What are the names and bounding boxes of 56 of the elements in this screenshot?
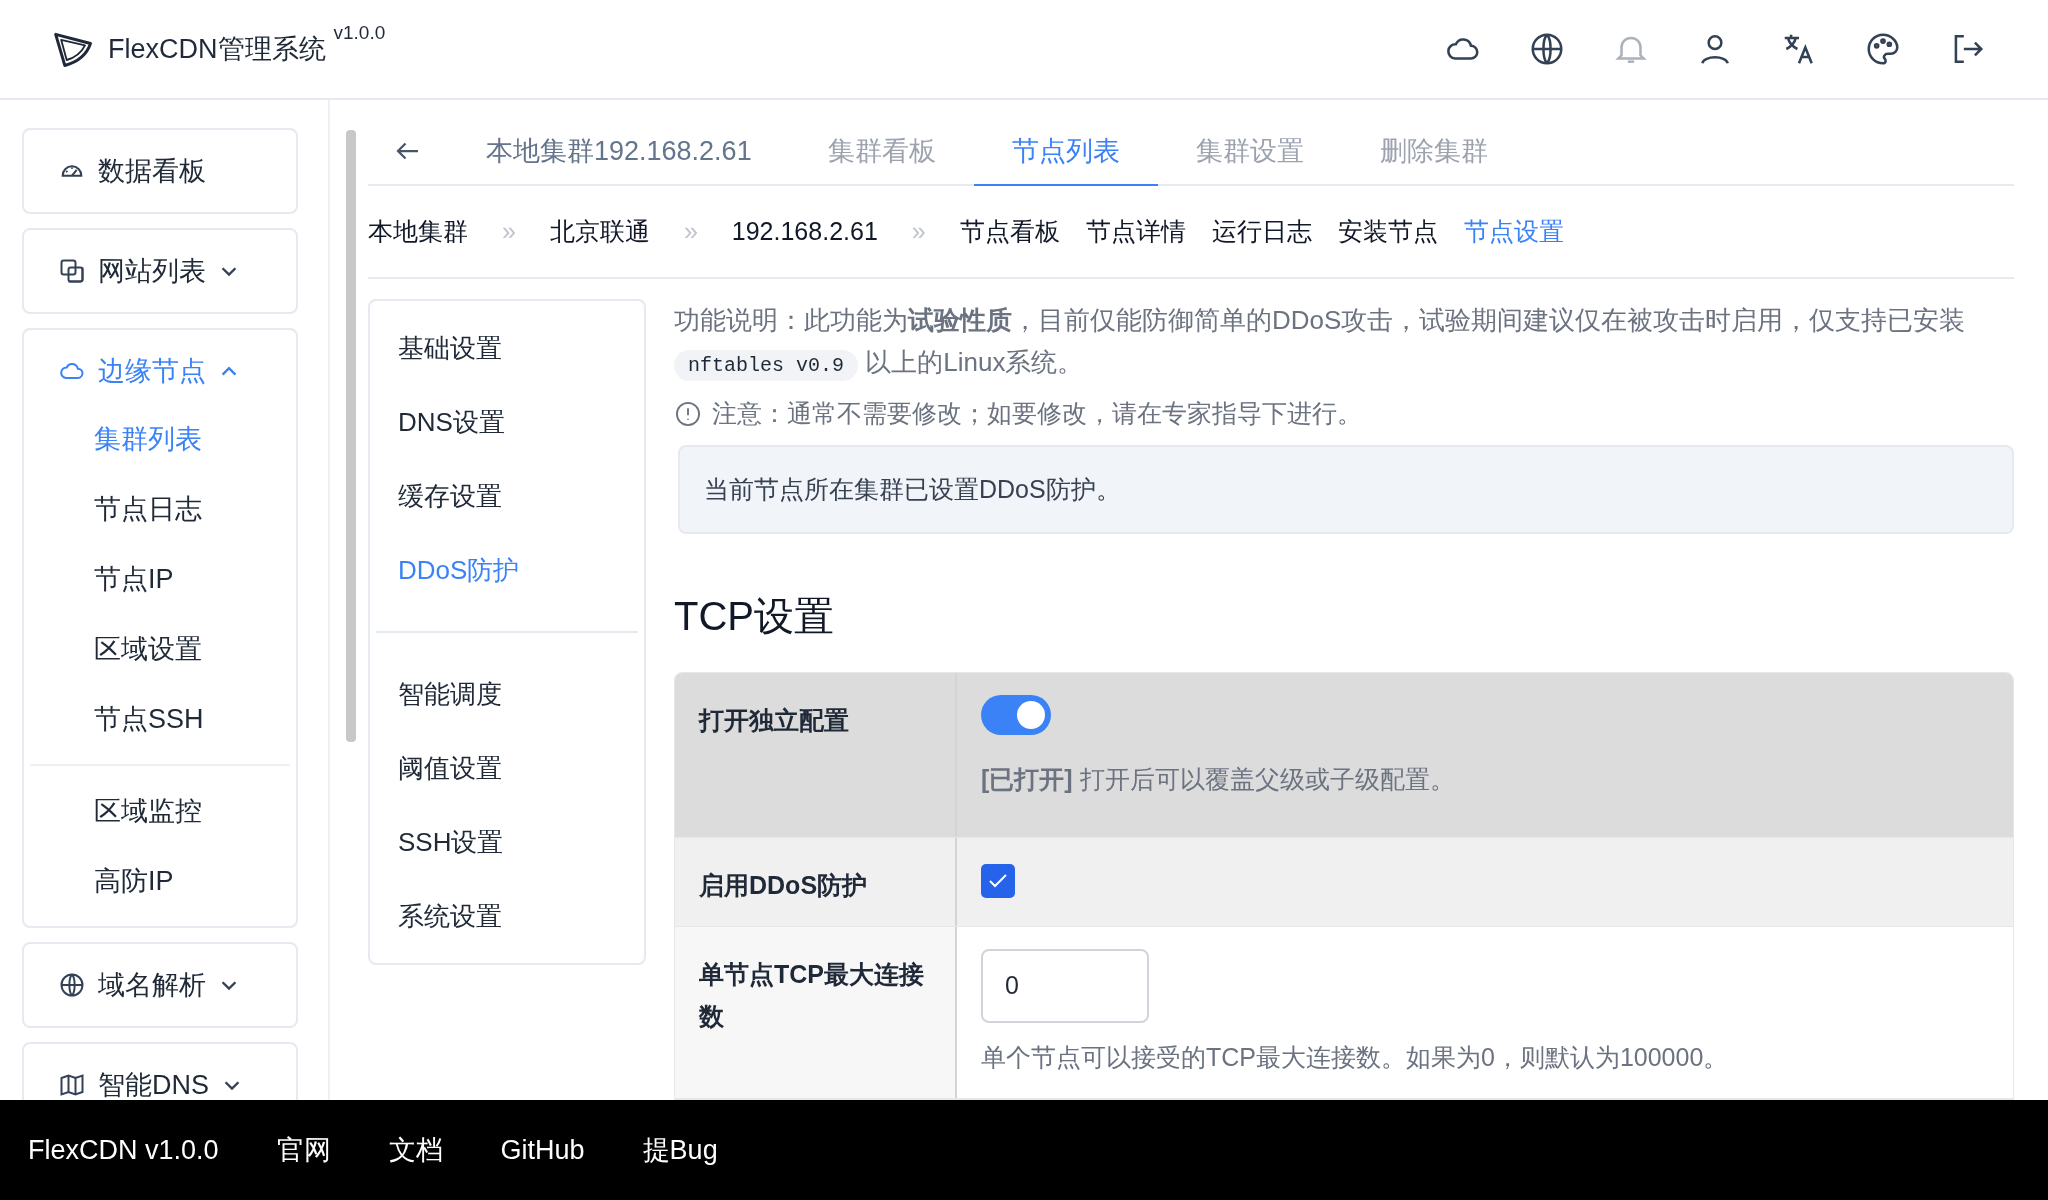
version-text: FlexCDN v1.0.0 <box>28 1133 219 1167</box>
node-nav-link[interactable]: 安装节点 <box>1337 212 1438 251</box>
scrollbar[interactable] <box>346 130 356 742</box>
info-icon <box>674 399 702 428</box>
breadcrumb-link[interactable]: 北京联通 <box>549 212 650 251</box>
settings-menu-item[interactable]: 系统设置 <box>370 879 644 953</box>
footer-link[interactable]: 官网 <box>276 1129 331 1171</box>
field-label: 启用DDoS防护 <box>675 837 957 926</box>
settings-menu-item[interactable]: 缓存设置 <box>370 459 644 533</box>
sidebar-subitem[interactable]: 节点SSH <box>24 684 296 754</box>
sidebar-subitem[interactable]: 节点日志 <box>24 474 296 544</box>
breadcrumb-link[interactable]: 本地集群 <box>368 212 468 251</box>
hint-text: 单个节点可以接受的TCP最大连接数。如果为0，则默认为100000。 <box>981 1041 1730 1073</box>
tab[interactable]: 节点列表 <box>973 118 1158 186</box>
sidebar-subitem[interactable]: 区域设置 <box>24 614 296 684</box>
warning-text: 注意：通常不需要修改；如要修改，请在专家指导下进行。 <box>712 398 1362 429</box>
section-title: TCP设置 <box>674 593 835 640</box>
node-nav-link[interactable]: 节点设置 <box>1463 212 1564 251</box>
toggle-switch[interactable] <box>981 695 1051 735</box>
settings-menu-item[interactable]: SSH设置 <box>370 805 644 879</box>
node-nav-link[interactable]: 节点看板 <box>959 212 1060 251</box>
copy-icon <box>58 257 86 285</box>
sidebar-item[interactable]: 智能DNS <box>24 1044 296 1100</box>
sidebar-item[interactable]: 域名解析 <box>24 944 296 1026</box>
settings-menu-item[interactable]: 阈值设置 <box>370 731 644 805</box>
node-nav-link[interactable]: 运行日志 <box>1211 212 1312 251</box>
breadcrumb-link[interactable]: 192.168.2.61 <box>731 212 878 251</box>
node-nav-link[interactable]: 节点详情 <box>1085 212 1186 251</box>
description-text: 功能说明：此功能为试验性质，目前仅能防御简单的DDoS攻击，试验期间建议仅在被攻击时启用，仅支持已安装 <box>674 305 1966 335</box>
checkbox[interactable] <box>981 863 1015 898</box>
globe-icon <box>58 971 86 999</box>
hint-text: 打开后可以覆盖父级或子级配置。 <box>1079 765 1455 793</box>
breadcrumb-separator: » <box>501 215 517 247</box>
footer-link[interactable]: 提Bug <box>642 1129 718 1171</box>
breadcrumb-separator: » <box>910 215 927 247</box>
sidebar-item[interactable]: 网站列表 <box>24 230 296 312</box>
settings-menu-item[interactable]: DNS设置 <box>370 385 644 459</box>
cluster-title-tab[interactable]: 本地集群192.168.2.61 <box>448 118 790 186</box>
field-label: 打开独立配置 <box>675 673 957 837</box>
sidebar-subitem[interactable]: 区域监控 <box>24 776 296 846</box>
breadcrumb-separator: » <box>682 215 699 247</box>
sidebar-subitem[interactable]: 节点IP <box>24 544 296 614</box>
info-message: 当前节点所在集群已设置DDoS防护。 <box>678 444 2014 534</box>
status-text: [已打开] <box>981 765 1073 793</box>
description-text: 以上的Linux系统。 <box>865 347 1084 377</box>
code-tag: nftables v0.9 <box>674 350 859 381</box>
settings-menu-item[interactable]: 智能调度 <box>370 657 644 731</box>
settings-menu-item[interactable]: 基础设置 <box>370 311 644 385</box>
version-label: v1.0.0 <box>333 20 386 45</box>
settings-menu-item[interactable]: DDoS防护 <box>370 533 644 607</box>
app-title: FlexCDN管理系统 <box>108 32 326 66</box>
sidebar-subitem[interactable]: 高防IP <box>24 846 296 916</box>
footer-link[interactable]: 文档 <box>388 1129 443 1171</box>
footer-link[interactable]: GitHub <box>500 1129 585 1171</box>
sidebar-item[interactable]: 数据看板 <box>24 130 296 212</box>
input-field[interactable]: 0 <box>981 948 1149 1023</box>
